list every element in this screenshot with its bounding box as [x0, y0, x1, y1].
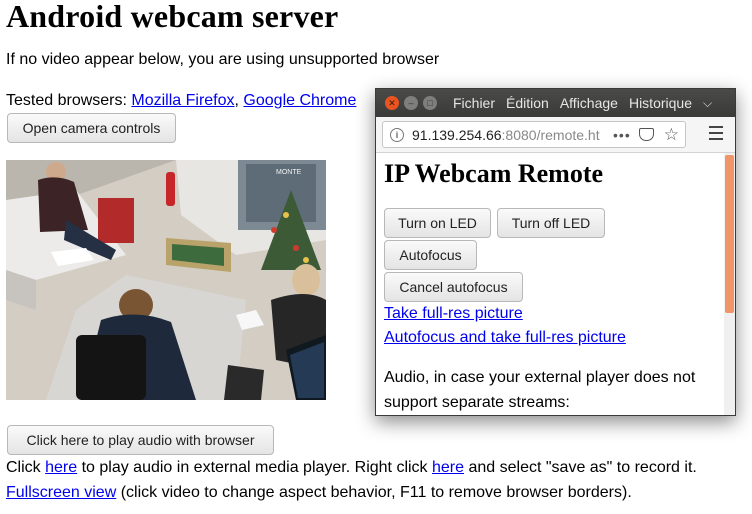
open-camera-controls-button[interactable]: Open camera controls: [7, 113, 176, 143]
audio-instructions: Click here to play audio in external med…: [6, 459, 697, 477]
tested-browsers-line: Tested browsers: Mozilla Firefox, Google…: [6, 92, 356, 110]
tested-browsers-label: Tested browsers:: [6, 92, 132, 109]
page-actions-icon[interactable]: •••: [613, 127, 631, 143]
camera-frame-image: MONTE: [6, 160, 326, 400]
camera-video[interactable]: MONTE: [6, 160, 326, 400]
info-icon[interactable]: i: [390, 127, 404, 142]
unsupported-notice: If no video appear below, you are using …: [6, 51, 440, 68]
audio-text-1: Click: [6, 459, 46, 476]
remote-page-content: IP Webcam Remote Turn on LED Turn off LE…: [376, 153, 726, 415]
menu-fichier[interactable]: Fichier: [453, 95, 495, 111]
menu-historique[interactable]: Historique: [629, 95, 692, 111]
url-host: 91.139.254.66: [412, 126, 502, 143]
record-link[interactable]: here: [432, 459, 464, 476]
bookmark-star-icon[interactable]: ☆: [664, 125, 679, 145]
play-external-link[interactable]: here: [45, 459, 77, 476]
scrollbar-thumb[interactable]: [725, 155, 734, 313]
turn-off-led-button[interactable]: Turn off LED: [497, 208, 605, 238]
audio-info-line-2: support separate streams:: [384, 394, 570, 411]
cancel-autofocus-button[interactable]: Cancel autofocus: [384, 272, 523, 302]
window-titlebar[interactable]: ✕ – □ Fichier Édition Affichage Historiq…: [376, 89, 735, 117]
audio-info-line-1: Audio, in case your external player does…: [384, 369, 696, 386]
url-path: :8080/remote.ht: [501, 126, 600, 143]
audio-text-2: to play audio in external media player. …: [77, 459, 432, 476]
maximize-window-icon[interactable]: □: [423, 96, 437, 110]
menu-bar: Fichier Édition Affichage Historique: [453, 95, 703, 111]
url-bar[interactable]: i 91.139.254.66:8080/remote.ht ••• ☆: [382, 121, 686, 148]
autofocus-button[interactable]: Autofocus: [384, 240, 477, 270]
scrollbar[interactable]: [724, 153, 735, 415]
menu-affichage[interactable]: Affichage: [560, 95, 618, 111]
page-title: Android webcam server: [6, 0, 339, 34]
hamburger-menu-icon[interactable]: [709, 126, 723, 140]
fullscreen-line: Fullscreen view (click video to change a…: [6, 484, 632, 502]
play-audio-browser-button[interactable]: Click here to play audio with browser: [7, 425, 274, 455]
menu-edition[interactable]: Édition: [506, 95, 549, 111]
audio-text-3: and select "save as" to record it.: [464, 459, 697, 476]
remote-page-title: IP Webcam Remote: [384, 159, 604, 188]
turn-on-led-button[interactable]: Turn on LED: [384, 208, 491, 238]
minimize-window-icon[interactable]: –: [404, 96, 418, 110]
wall-sign-text: MONTE: [276, 169, 302, 176]
fullscreen-link[interactable]: Fullscreen view: [6, 484, 116, 501]
fullscreen-description: (click video to change aspect behavior, …: [116, 484, 632, 501]
navigation-bar: i 91.139.254.66:8080/remote.ht ••• ☆: [376, 117, 735, 153]
autofocus-take-picture-link[interactable]: Autofocus and take full-res picture: [384, 329, 626, 347]
close-window-icon[interactable]: ✕: [385, 96, 399, 110]
chrome-link[interactable]: Google Chrome: [243, 92, 356, 109]
remote-browser-window: ✕ – □ Fichier Édition Affichage Historiq…: [375, 88, 736, 416]
firefox-link[interactable]: Mozilla Firefox: [131, 92, 234, 109]
take-full-res-picture-link[interactable]: Take full-res picture: [384, 305, 523, 323]
menu-overflow-chevron-icon[interactable]: ⌵: [703, 96, 712, 111]
pocket-icon[interactable]: [638, 128, 654, 141]
